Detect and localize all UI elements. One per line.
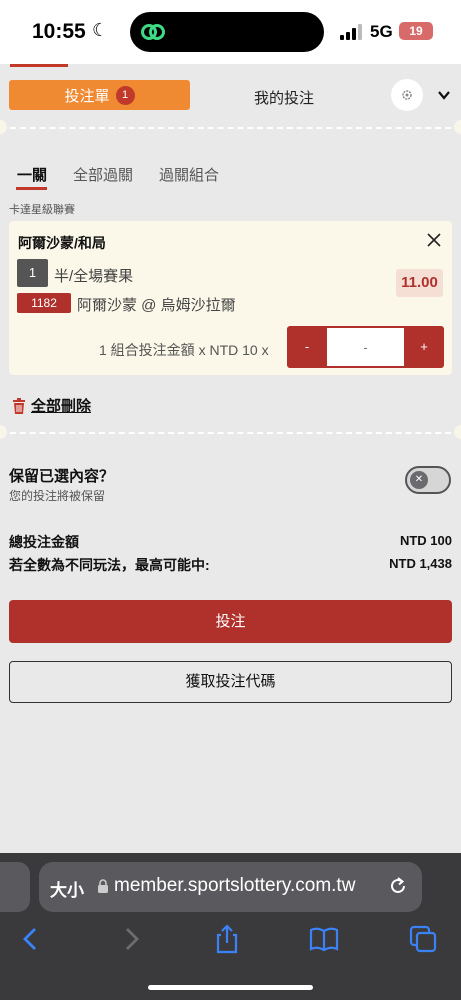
signal-icon bbox=[340, 24, 364, 40]
battery-level: 19 bbox=[409, 24, 423, 38]
reload-icon[interactable] bbox=[387, 875, 409, 897]
total-stake-label: 總投注金額 bbox=[9, 534, 79, 550]
total-stake-value: NTD 100 bbox=[399, 533, 452, 548]
home-indicator bbox=[148, 985, 313, 990]
status-time: 10:55 bbox=[32, 20, 86, 43]
subtab-active-underline bbox=[16, 187, 47, 190]
toggle-off-icon: ✕ bbox=[410, 471, 428, 489]
get-bet-code-button[interactable]: 獲取投注代碼 bbox=[9, 661, 452, 703]
place-bet-button[interactable]: 投注 bbox=[9, 600, 452, 643]
delete-all-label: 全部刪除 bbox=[31, 398, 92, 415]
link-activity-icon bbox=[141, 24, 165, 40]
match-name: 阿爾沙蒙 @ 烏姆沙拉爾 bbox=[77, 297, 236, 314]
ticket-notch bbox=[0, 120, 7, 134]
browser-toolbar: 大小 member.sportslottery.com.tw bbox=[0, 853, 461, 1000]
period-number: 1 bbox=[17, 259, 48, 287]
selection-title: 阿爾沙蒙/和局 bbox=[18, 235, 106, 251]
status-bar: 10:55 ☾ 5G 19 bbox=[0, 0, 461, 64]
max-return-value: NTD 1,438 bbox=[389, 556, 452, 571]
keep-selection-toggle[interactable]: ✕ bbox=[405, 466, 451, 494]
delete-all-button[interactable]: 全部刪除 bbox=[12, 395, 91, 416]
betslip-count-badge: 1 bbox=[115, 85, 135, 105]
top-strip bbox=[0, 64, 461, 72]
quantity-stepper: - + bbox=[287, 326, 444, 368]
share-icon[interactable] bbox=[212, 924, 242, 954]
decrement-button[interactable]: - bbox=[287, 326, 327, 368]
max-return-label: 若全數為不同玩法，最高可能中: bbox=[9, 557, 210, 573]
market-name: 半/全場賽果 bbox=[54, 268, 134, 285]
dynamic-island bbox=[130, 12, 324, 52]
tabs-icon[interactable] bbox=[408, 924, 438, 954]
keep-selection-subtitle: 您的投注將被保留 bbox=[9, 489, 106, 503]
tab-betslip-label: 投注單 bbox=[64, 87, 110, 105]
close-icon[interactable] bbox=[426, 232, 442, 248]
stake-description: 1 組合投注金額 x NTD 10 x bbox=[99, 342, 269, 358]
event-code: 1182 bbox=[17, 293, 71, 313]
trash-icon bbox=[13, 397, 25, 414]
text-size-button[interactable]: 大小 bbox=[50, 876, 84, 901]
subtab-all-parlay[interactable]: 全部過關 bbox=[73, 164, 133, 185]
keep-selection-title: 保留已選內容？ bbox=[9, 468, 115, 485]
back-icon[interactable] bbox=[16, 924, 46, 954]
top-accent bbox=[10, 64, 68, 67]
address-bar[interactable]: 大小 member.sportslottery.com.tw bbox=[39, 862, 422, 912]
network-type: 5G bbox=[370, 22, 393, 41]
league-name: 卡達星級聯賽 bbox=[9, 204, 75, 216]
bet-card: 阿爾沙蒙/和局 1 半/全場賽果 11.00 1182 阿爾沙蒙 @ 烏姆沙拉爾… bbox=[9, 221, 452, 375]
moon-icon: ☾ bbox=[92, 20, 109, 40]
ticket-notch bbox=[454, 425, 461, 439]
increment-button[interactable]: + bbox=[404, 326, 444, 368]
ticket-notch bbox=[454, 120, 461, 134]
stake-input[interactable] bbox=[327, 328, 404, 366]
lock-icon bbox=[98, 879, 108, 893]
gear-icon bbox=[402, 90, 412, 100]
tab-my-bets[interactable]: 我的投注 bbox=[254, 87, 314, 108]
tab-betslip[interactable]: 投注單 1 bbox=[9, 80, 190, 110]
divider bbox=[0, 127, 461, 129]
ticket-notch bbox=[0, 425, 7, 439]
bookmarks-icon[interactable] bbox=[309, 924, 339, 954]
url-text: member.sportslottery.com.tw bbox=[114, 875, 356, 896]
divider bbox=[0, 432, 461, 434]
odds-value: 11.00 bbox=[396, 269, 443, 297]
forward-icon[interactable] bbox=[116, 924, 146, 954]
chevron-down-icon[interactable] bbox=[436, 88, 452, 102]
battery-icon: 19 bbox=[399, 22, 433, 40]
subtab-single[interactable]: 一關 bbox=[17, 164, 47, 185]
subtab-parlay-combo[interactable]: 過關組合 bbox=[159, 164, 219, 185]
settings-button[interactable] bbox=[391, 79, 423, 111]
previous-tab-preview[interactable] bbox=[0, 862, 30, 912]
